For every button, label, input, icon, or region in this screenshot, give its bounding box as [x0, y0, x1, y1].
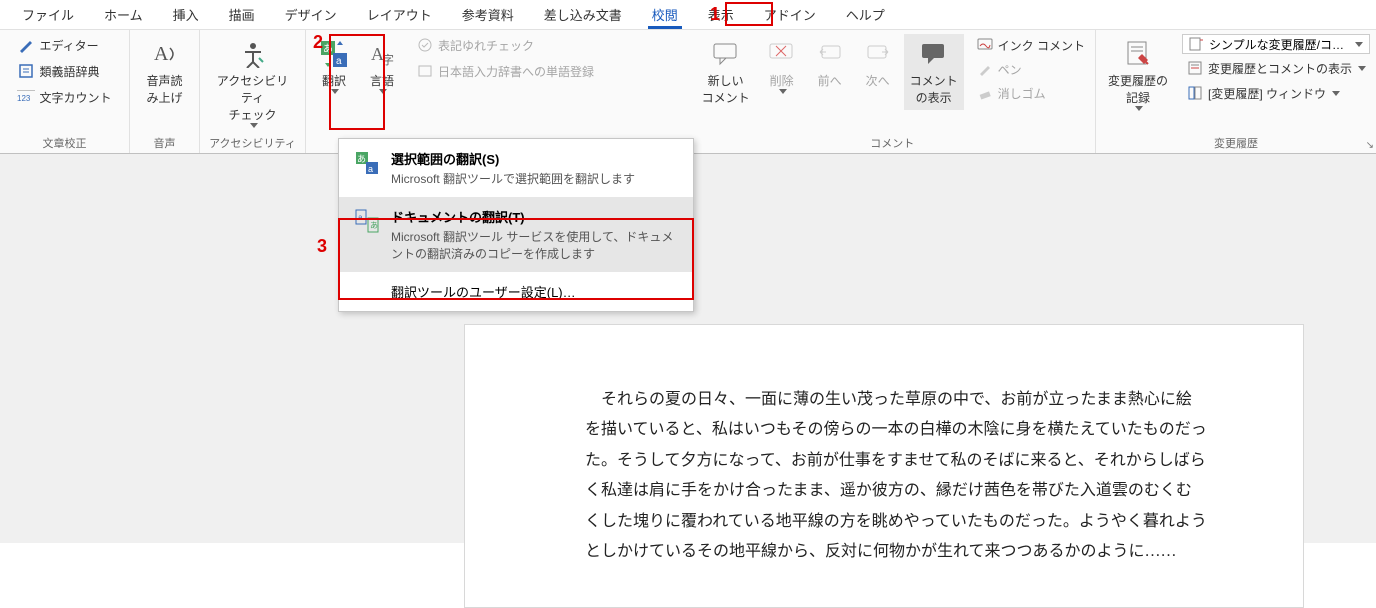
translate-document-icon: aあ	[353, 207, 381, 235]
tab-bar: ファイル ホーム 挿入 描画 デザイン レイアウト 参考資料 差し込み文書 校閲…	[0, 0, 1376, 30]
tab-insert[interactable]: 挿入	[159, 1, 213, 28]
group-speech-label: 音声	[154, 133, 176, 151]
chevron-down-icon	[250, 123, 258, 128]
wordcount-button[interactable]: 123 文字カウント	[13, 86, 115, 108]
group-speech: A 音声読 み上げ 音声	[130, 30, 200, 153]
a11y-check-button[interactable]: アクセシビリティ チェック	[206, 34, 299, 132]
tab-view[interactable]: 表示	[694, 1, 748, 28]
new-comment-icon	[710, 38, 742, 70]
show-markup-button[interactable]: 変更履歴とコメントの表示	[1182, 57, 1370, 79]
thesaurus-icon	[17, 62, 35, 80]
group-tracking-label: 変更履歴	[1214, 133, 1258, 151]
fluctuation-icon	[416, 36, 434, 54]
read-aloud-icon: A	[148, 38, 180, 70]
document-page[interactable]: それらの夏の日々、一面に薄の生い茂った草原の中で、お前が立ったまま熱心に絵を描い…	[464, 324, 1304, 608]
translator-settings-item[interactable]: 翻訳ツールのユーザー設定(L)…	[339, 272, 693, 311]
svg-text:a: a	[336, 56, 342, 67]
ime-dict-button[interactable]: 日本語入力辞書への単語登録	[412, 60, 598, 82]
svg-text:あ: あ	[357, 154, 366, 164]
svg-text:字: 字	[382, 52, 394, 67]
chevron-down-icon	[1332, 91, 1340, 96]
language-icon: A字	[366, 38, 398, 70]
chevron-down-icon	[1358, 66, 1366, 71]
tab-home[interactable]: ホーム	[90, 1, 157, 28]
group-tracking: 変更履歴の 記録 シンプルな変更履歴/コ… 変更履歴とコメントの表示 [変更履歴…	[1096, 30, 1376, 153]
group-language: あa 翻訳 A字 言語 表記ゆれチェック 日本語入力辞書への単語登録	[306, 30, 604, 153]
chevron-down-icon	[779, 89, 787, 94]
tab-help[interactable]: ヘルプ	[832, 1, 899, 28]
tab-layout[interactable]: レイアウト	[353, 1, 446, 28]
reviewing-pane-button[interactable]: [変更履歴] ウィンドウ	[1182, 82, 1370, 104]
group-comments-label: コメント	[870, 133, 914, 151]
tab-review[interactable]: 校閲	[638, 1, 692, 28]
chevron-down-icon	[331, 89, 339, 94]
tab-file[interactable]: ファイル	[8, 1, 88, 28]
editor-icon	[17, 36, 35, 54]
tab-draw[interactable]: 描画	[215, 1, 269, 28]
translate-selection-icon: あa	[353, 149, 381, 177]
prev-comment-button[interactable]: 前へ	[808, 34, 852, 93]
translate-icon: あa	[318, 38, 350, 70]
tab-mailings[interactable]: 差し込み文書	[530, 1, 636, 28]
track-changes-button[interactable]: 変更履歴の 記録	[1102, 34, 1174, 115]
tab-references[interactable]: 参考資料	[448, 1, 528, 28]
svg-text:A: A	[154, 43, 169, 65]
svg-text:あ: あ	[323, 43, 333, 55]
tab-addins[interactable]: アドイン	[750, 1, 830, 28]
show-comments-icon	[918, 38, 950, 70]
svg-text:a: a	[368, 164, 373, 174]
show-markup-icon	[1186, 59, 1204, 77]
next-comment-button[interactable]: 次へ	[856, 34, 900, 93]
show-comments-button[interactable]: コメント の表示	[904, 34, 964, 110]
eraser-icon	[976, 84, 994, 102]
translate-document-item[interactable]: aあ ドキュメントの翻訳(T) Microsoft 翻訳ツール サービスを使用し…	[339, 197, 693, 272]
translate-selection-item[interactable]: あa 選択範囲の翻訳(S) Microsoft 翻訳ツールで選択範囲を翻訳します	[339, 139, 693, 197]
eraser-button[interactable]: 消しゴム	[972, 82, 1089, 104]
pen-icon	[976, 60, 994, 78]
track-changes-icon	[1122, 38, 1154, 70]
ink-comment-icon	[976, 36, 994, 54]
language-button[interactable]: A字 言語	[360, 34, 404, 98]
ribbon: エディター 類義語辞典 123 文字カウント 文章校正 A 音声読 み上げ 音声	[0, 30, 1376, 154]
dialog-launcher-icon[interactable]: ↘	[1366, 140, 1374, 151]
chevron-down-icon	[1355, 42, 1363, 47]
delete-comment-icon	[766, 38, 798, 70]
chevron-down-icon	[1135, 106, 1143, 111]
document-body-text[interactable]: それらの夏の日々、一面に薄の生い茂った草原の中で、お前が立ったまま熱心に絵を描い…	[585, 385, 1207, 567]
prev-comment-icon	[814, 38, 846, 70]
group-proofing: エディター 類義語辞典 123 文字カウント 文章校正	[0, 30, 130, 153]
editor-button[interactable]: エディター	[13, 34, 115, 56]
svg-text:あ: あ	[370, 221, 378, 230]
a11y-icon	[237, 38, 269, 70]
svg-text:a: a	[358, 213, 363, 222]
pen-button[interactable]: ペン	[972, 58, 1089, 80]
wordcount-icon: 123	[17, 88, 35, 106]
next-comment-icon	[862, 38, 894, 70]
group-a11y-label: アクセシビリティ	[209, 133, 296, 151]
chevron-down-icon	[379, 89, 387, 94]
ime-dict-icon	[416, 62, 434, 80]
read-aloud-button[interactable]: A 音声読 み上げ	[140, 34, 188, 110]
new-comment-button[interactable]: 新しい コメント	[696, 34, 756, 110]
thesaurus-button[interactable]: 類義語辞典	[13, 60, 115, 82]
translate-dropdown: あa 選択範囲の翻訳(S) Microsoft 翻訳ツールで選択範囲を翻訳します…	[338, 138, 694, 312]
display-mode-icon	[1187, 35, 1205, 53]
fluctuation-check-button[interactable]: 表記ゆれチェック	[412, 34, 598, 56]
group-comments: 新しい コメント 削除 前へ 次へ コメント の表示	[690, 30, 1096, 153]
ink-comment-button[interactable]: インク コメント	[972, 34, 1089, 56]
reviewing-pane-icon	[1186, 84, 1204, 102]
group-a11y: アクセシビリティ チェック アクセシビリティ	[200, 30, 306, 153]
group-proofing-label: 文章校正	[43, 133, 87, 151]
delete-comment-button[interactable]: 削除	[760, 34, 804, 98]
translate-button[interactable]: あa 翻訳	[312, 34, 356, 98]
tab-design[interactable]: デザイン	[271, 1, 351, 28]
display-mode-select[interactable]: シンプルな変更履歴/コ…	[1182, 34, 1370, 54]
svg-text:123: 123	[17, 94, 31, 103]
